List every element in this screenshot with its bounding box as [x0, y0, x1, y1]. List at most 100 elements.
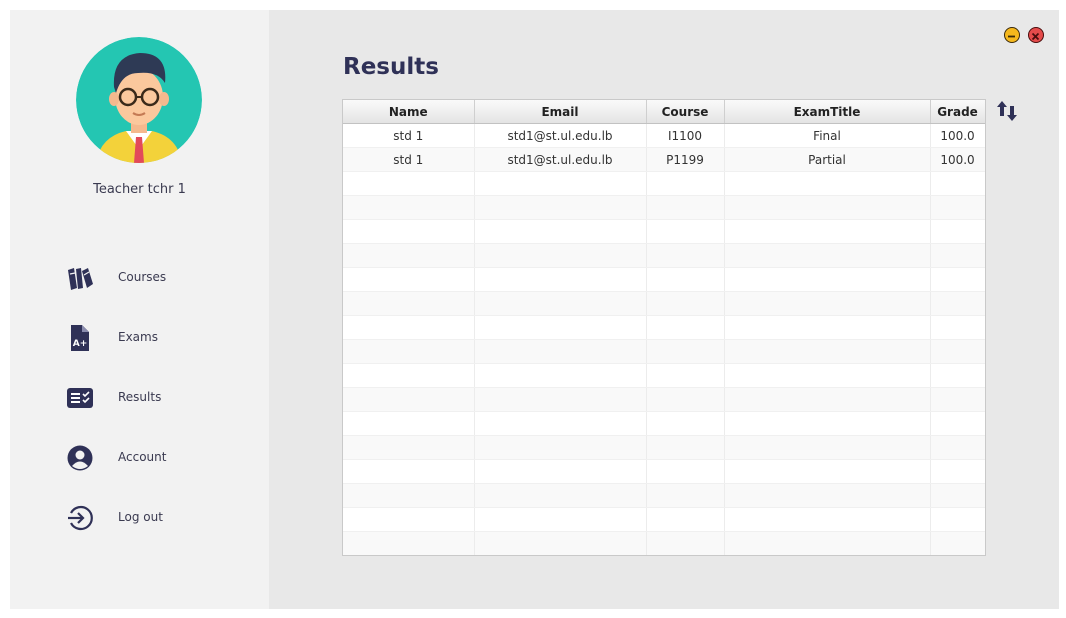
books-icon: [66, 264, 94, 292]
empty-cell: [343, 243, 475, 268]
column-header-grade[interactable]: Grade: [930, 100, 985, 124]
cell-examtitle: Partial: [724, 147, 931, 172]
empty-cell: [646, 195, 725, 220]
empty-cell: [646, 243, 725, 268]
results-table[interactable]: Name Email Course ExamTitle Grade std 1 …: [342, 99, 986, 556]
cell-email: std1@st.ul.edu.lb: [474, 123, 647, 148]
empty-cell: [474, 507, 647, 532]
empty-cell: [724, 171, 931, 196]
sidebar-item-exams[interactable]: A+ Exams: [60, 316, 260, 356]
empty-cell: [474, 483, 647, 508]
empty-cell: [930, 483, 985, 508]
empty-cell: [930, 315, 985, 340]
empty-cell: [724, 267, 931, 292]
empty-cell: [646, 531, 725, 555]
empty-cell: [343, 291, 475, 316]
empty-cell: [724, 315, 931, 340]
sidebar-item-results[interactable]: Results: [60, 376, 260, 416]
column-header-name[interactable]: Name: [343, 100, 475, 124]
empty-cell: [343, 339, 475, 364]
user-name: Teacher tchr 1: [93, 182, 186, 197]
empty-cell: [724, 219, 931, 244]
page-title: Results: [343, 54, 439, 80]
empty-cell: [474, 531, 647, 555]
empty-cell: [646, 483, 725, 508]
empty-cell: [930, 219, 985, 244]
empty-cell: [646, 339, 725, 364]
cell-course: P1199: [646, 147, 725, 172]
empty-cell: [343, 195, 475, 220]
empty-cell: [646, 315, 725, 340]
empty-table-row: [343, 267, 985, 292]
empty-cell: [930, 387, 985, 412]
cell-name: std 1: [343, 147, 475, 172]
empty-table-row: [343, 219, 985, 244]
sidebar-item-label: Log out: [118, 510, 163, 524]
app-window: Teacher tchr 1 Courses A+ Exams Results …: [10, 10, 1059, 609]
refresh-icon: [997, 101, 1017, 121]
empty-cell: [724, 507, 931, 532]
refresh-button[interactable]: [994, 98, 1020, 124]
empty-table-row: [343, 507, 985, 532]
empty-cell: [646, 171, 725, 196]
empty-cell: [474, 219, 647, 244]
empty-cell: [724, 411, 931, 436]
empty-cell: [930, 363, 985, 388]
empty-cell: [343, 507, 475, 532]
column-header-course[interactable]: Course: [646, 100, 725, 124]
empty-cell: [474, 171, 647, 196]
empty-cell: [930, 243, 985, 268]
empty-cell: [474, 291, 647, 316]
empty-cell: [724, 363, 931, 388]
empty-cell: [930, 531, 985, 555]
empty-table-row: [343, 315, 985, 340]
empty-table-row: [343, 363, 985, 388]
cell-email: std1@st.ul.edu.lb: [474, 147, 647, 172]
empty-cell: [724, 531, 931, 555]
close-button[interactable]: [1028, 27, 1044, 43]
empty-cell: [724, 387, 931, 412]
sidebar-item-label: Results: [118, 390, 162, 404]
empty-cell: [474, 267, 647, 292]
empty-cell: [343, 219, 475, 244]
table-row[interactable]: std 1 std1@st.ul.edu.lb I1100 Final 100.…: [343, 123, 985, 148]
sidebar-item-account[interactable]: Account: [60, 436, 260, 476]
svg-text:A+: A+: [73, 339, 88, 349]
sidebar-item-courses[interactable]: Courses: [60, 256, 260, 296]
empty-cell: [724, 339, 931, 364]
empty-cell: [646, 507, 725, 532]
empty-cell: [474, 243, 647, 268]
empty-table-row: [343, 459, 985, 484]
empty-table-row: [343, 291, 985, 316]
empty-cell: [343, 267, 475, 292]
column-header-email[interactable]: Email: [474, 100, 647, 124]
cell-name: std 1: [343, 123, 475, 148]
table-body: std 1 std1@st.ul.edu.lb I1100 Final 100.…: [343, 123, 985, 555]
empty-cell: [930, 435, 985, 460]
minimize-button[interactable]: [1004, 27, 1020, 43]
user-avatar: [76, 37, 202, 163]
minus-icon: [1008, 35, 1015, 38]
sidebar: Teacher tchr 1 Courses A+ Exams Results …: [10, 10, 269, 609]
cell-course: I1100: [646, 123, 725, 148]
sidebar-item-label: Account: [118, 450, 167, 464]
sidebar-item-logout[interactable]: Log out: [60, 496, 260, 536]
empty-table-row: [343, 339, 985, 364]
logout-icon: [66, 504, 94, 532]
column-header-examtitle[interactable]: ExamTitle: [724, 100, 931, 124]
empty-cell: [646, 459, 725, 484]
empty-table-row: [343, 195, 985, 220]
table-row[interactable]: std 1 std1@st.ul.edu.lb P1199 Partial 10…: [343, 147, 985, 172]
empty-cell: [343, 363, 475, 388]
empty-cell: [930, 459, 985, 484]
empty-cell: [343, 483, 475, 508]
empty-cell: [724, 195, 931, 220]
empty-table-row: [343, 531, 985, 555]
results-list-icon: [66, 384, 94, 412]
cell-examtitle: Final: [724, 123, 931, 148]
empty-table-row: [343, 171, 985, 196]
empty-cell: [930, 171, 985, 196]
empty-table-row: [343, 435, 985, 460]
empty-cell: [724, 459, 931, 484]
empty-cell: [474, 339, 647, 364]
